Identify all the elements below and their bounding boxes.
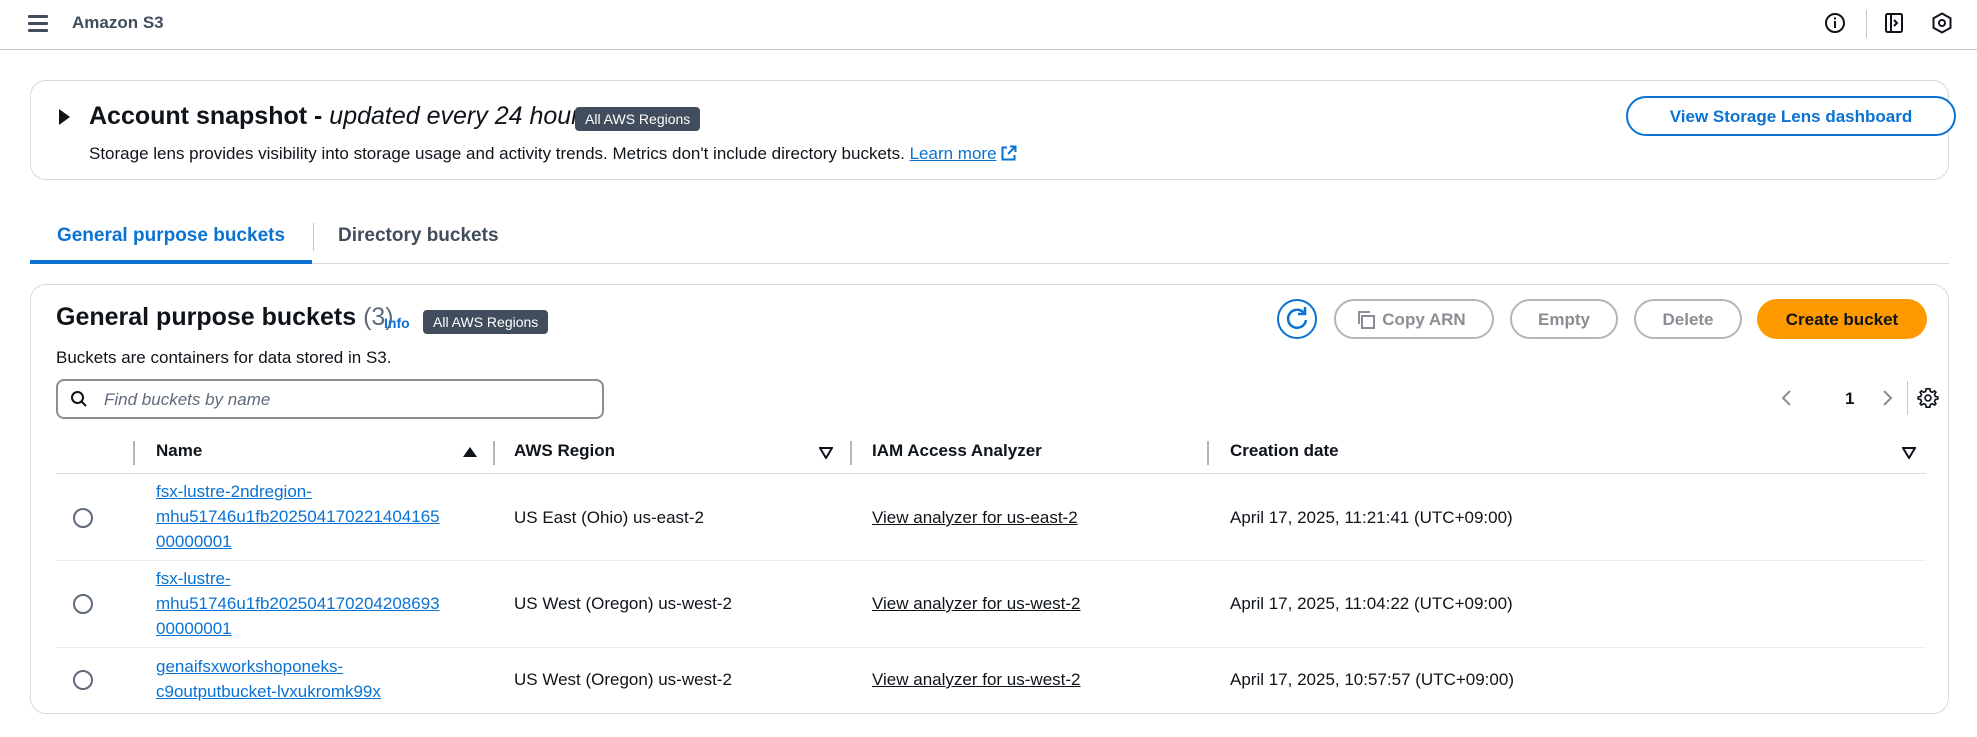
hamburger-menu-icon[interactable] bbox=[28, 14, 48, 32]
chevron-right-icon[interactable] bbox=[1877, 388, 1897, 408]
table-row[interactable]: fsx-lustre- mhu51746u1fb2025041702042086… bbox=[56, 561, 1926, 648]
creation-date: April 17, 2025, 10:57:57 (UTC+09:00) bbox=[1230, 670, 1514, 689]
column-divider bbox=[133, 441, 135, 465]
account-snapshot-panel: Account snapshot - updated every 24 hour… bbox=[30, 80, 1956, 180]
column-header-name[interactable]: Name bbox=[156, 441, 202, 461]
bucket-name-line[interactable]: genaifsxworkshoponeks- bbox=[156, 657, 343, 676]
row-select-radio[interactable] bbox=[73, 508, 93, 528]
settings-hex-icon[interactable] bbox=[1930, 11, 1954, 35]
bucket-name-line[interactable]: fsx-lustre-2ndregion- bbox=[156, 482, 312, 501]
column-divider bbox=[850, 441, 852, 465]
learn-more-link[interactable]: Learn more bbox=[910, 144, 997, 163]
table-row[interactable]: fsx-lustre-2ndregion- mhu51746u1fb202504… bbox=[56, 474, 1926, 561]
current-page-number[interactable]: 1 bbox=[1845, 389, 1854, 409]
chevron-left-icon[interactable] bbox=[1777, 388, 1797, 408]
notifications-panel-icon[interactable] bbox=[1882, 11, 1906, 35]
pager-divider bbox=[1907, 381, 1908, 415]
column-header-iam-analyzer[interactable]: IAM Access Analyzer bbox=[872, 441, 1042, 461]
table-header: Name AWS Region IAM Access Analyzer Crea… bbox=[56, 433, 1926, 474]
snapshot-description-text: Storage lens provides visibility into st… bbox=[89, 144, 910, 163]
column-divider bbox=[1207, 441, 1209, 465]
empty-button[interactable]: Empty bbox=[1510, 299, 1618, 339]
regions-badge: All AWS Regions bbox=[575, 107, 701, 131]
copy-icon bbox=[1358, 311, 1375, 329]
expand-caret-icon[interactable] bbox=[59, 109, 70, 125]
bucket-name-line[interactable]: 00000001 bbox=[156, 619, 232, 638]
snapshot-title-italic: updated every 24 hours bbox=[329, 102, 592, 130]
bucket-region: US East (Ohio) us-east-2 bbox=[514, 508, 704, 527]
view-analyzer-link[interactable]: View analyzer for us-west-2 bbox=[872, 591, 1081, 616]
bucket-name-line[interactable]: mhu51746u1fb202504170204208693 bbox=[156, 594, 440, 613]
row-select-radio[interactable] bbox=[73, 594, 93, 614]
top-navigation-bar: Amazon S3 bbox=[0, 0, 1977, 50]
gear-icon[interactable] bbox=[1917, 387, 1939, 409]
app-title: Amazon S3 bbox=[72, 13, 164, 32]
tab-directory-buckets[interactable]: Directory buckets bbox=[338, 210, 499, 261]
bucket-name-link[interactable]: genaifsxworkshoponeks- c9outputbucket-lv… bbox=[156, 654, 466, 704]
bucket-region: US West (Oregon) us-west-2 bbox=[514, 670, 732, 689]
panel-title-text: General purpose buckets bbox=[56, 303, 357, 331]
search-input[interactable] bbox=[102, 381, 596, 419]
view-analyzer-link[interactable]: View analyzer for us-east-2 bbox=[872, 505, 1078, 530]
tab-divider bbox=[313, 223, 314, 251]
info-icon[interactable] bbox=[1823, 11, 1847, 35]
panel-title: General purpose buckets (3) bbox=[56, 303, 394, 332]
sort-icon[interactable] bbox=[1902, 447, 1916, 459]
info-link[interactable]: Info bbox=[384, 315, 410, 331]
bucket-name-link[interactable]: fsx-lustre-2ndregion- mhu51746u1fb202504… bbox=[156, 479, 466, 554]
copy-arn-label: Copy ARN bbox=[1382, 310, 1466, 329]
panel-regions-badge: All AWS Regions bbox=[423, 310, 549, 334]
creation-date: April 17, 2025, 11:21:41 (UTC+09:00) bbox=[1230, 508, 1513, 527]
bucket-region: US West (Oregon) us-west-2 bbox=[514, 594, 732, 613]
row-select-radio[interactable] bbox=[73, 670, 93, 690]
column-divider bbox=[493, 441, 495, 465]
general-purpose-buckets-panel: General purpose buckets (3) Info All AWS… bbox=[30, 284, 1949, 714]
sort-ascending-icon[interactable] bbox=[463, 447, 477, 457]
tab-general-purpose-buckets[interactable]: General purpose buckets bbox=[30, 210, 312, 264]
bucket-name-line[interactable]: c9outputbucket-lvxukromk99x bbox=[156, 682, 381, 701]
column-header-region[interactable]: AWS Region bbox=[514, 441, 615, 461]
refresh-button[interactable] bbox=[1277, 299, 1317, 339]
topbar-divider bbox=[1866, 10, 1867, 38]
copy-arn-button[interactable]: Copy ARN bbox=[1334, 299, 1494, 339]
bucket-type-tabs: General purpose buckets Directory bucket… bbox=[30, 210, 1949, 264]
panel-description: Buckets are containers for data stored i… bbox=[56, 348, 392, 367]
snapshot-description: Storage lens provides visibility into st… bbox=[89, 144, 1017, 164]
create-bucket-button[interactable]: Create bucket bbox=[1757, 299, 1927, 339]
snapshot-title: Account snapshot - updated every 24 hour… bbox=[89, 102, 592, 131]
bucket-name-line[interactable]: fsx-lustre- bbox=[156, 569, 231, 588]
view-storage-lens-button[interactable]: View Storage Lens dashboard bbox=[1626, 96, 1956, 136]
bucket-name-line[interactable]: mhu51746u1fb202504170221404165 bbox=[156, 507, 440, 526]
refresh-icon bbox=[1286, 307, 1308, 329]
bucket-name-link[interactable]: fsx-lustre- mhu51746u1fb2025041702042086… bbox=[156, 566, 466, 641]
creation-date: April 17, 2025, 11:04:22 (UTC+09:00) bbox=[1230, 594, 1513, 613]
snapshot-title-main: Account snapshot - bbox=[89, 102, 330, 130]
sort-icon[interactable] bbox=[819, 447, 833, 459]
table-row[interactable]: genaifsxworkshoponeks- c9outputbucket-lv… bbox=[56, 648, 1926, 710]
delete-button[interactable]: Delete bbox=[1634, 299, 1742, 339]
search-box bbox=[56, 379, 604, 419]
search-icon bbox=[71, 391, 87, 407]
column-header-creation-date[interactable]: Creation date bbox=[1230, 441, 1339, 461]
view-analyzer-link[interactable]: View analyzer for us-west-2 bbox=[872, 667, 1081, 692]
bucket-name-line[interactable]: 00000001 bbox=[156, 532, 232, 551]
external-link-icon bbox=[1001, 145, 1017, 161]
